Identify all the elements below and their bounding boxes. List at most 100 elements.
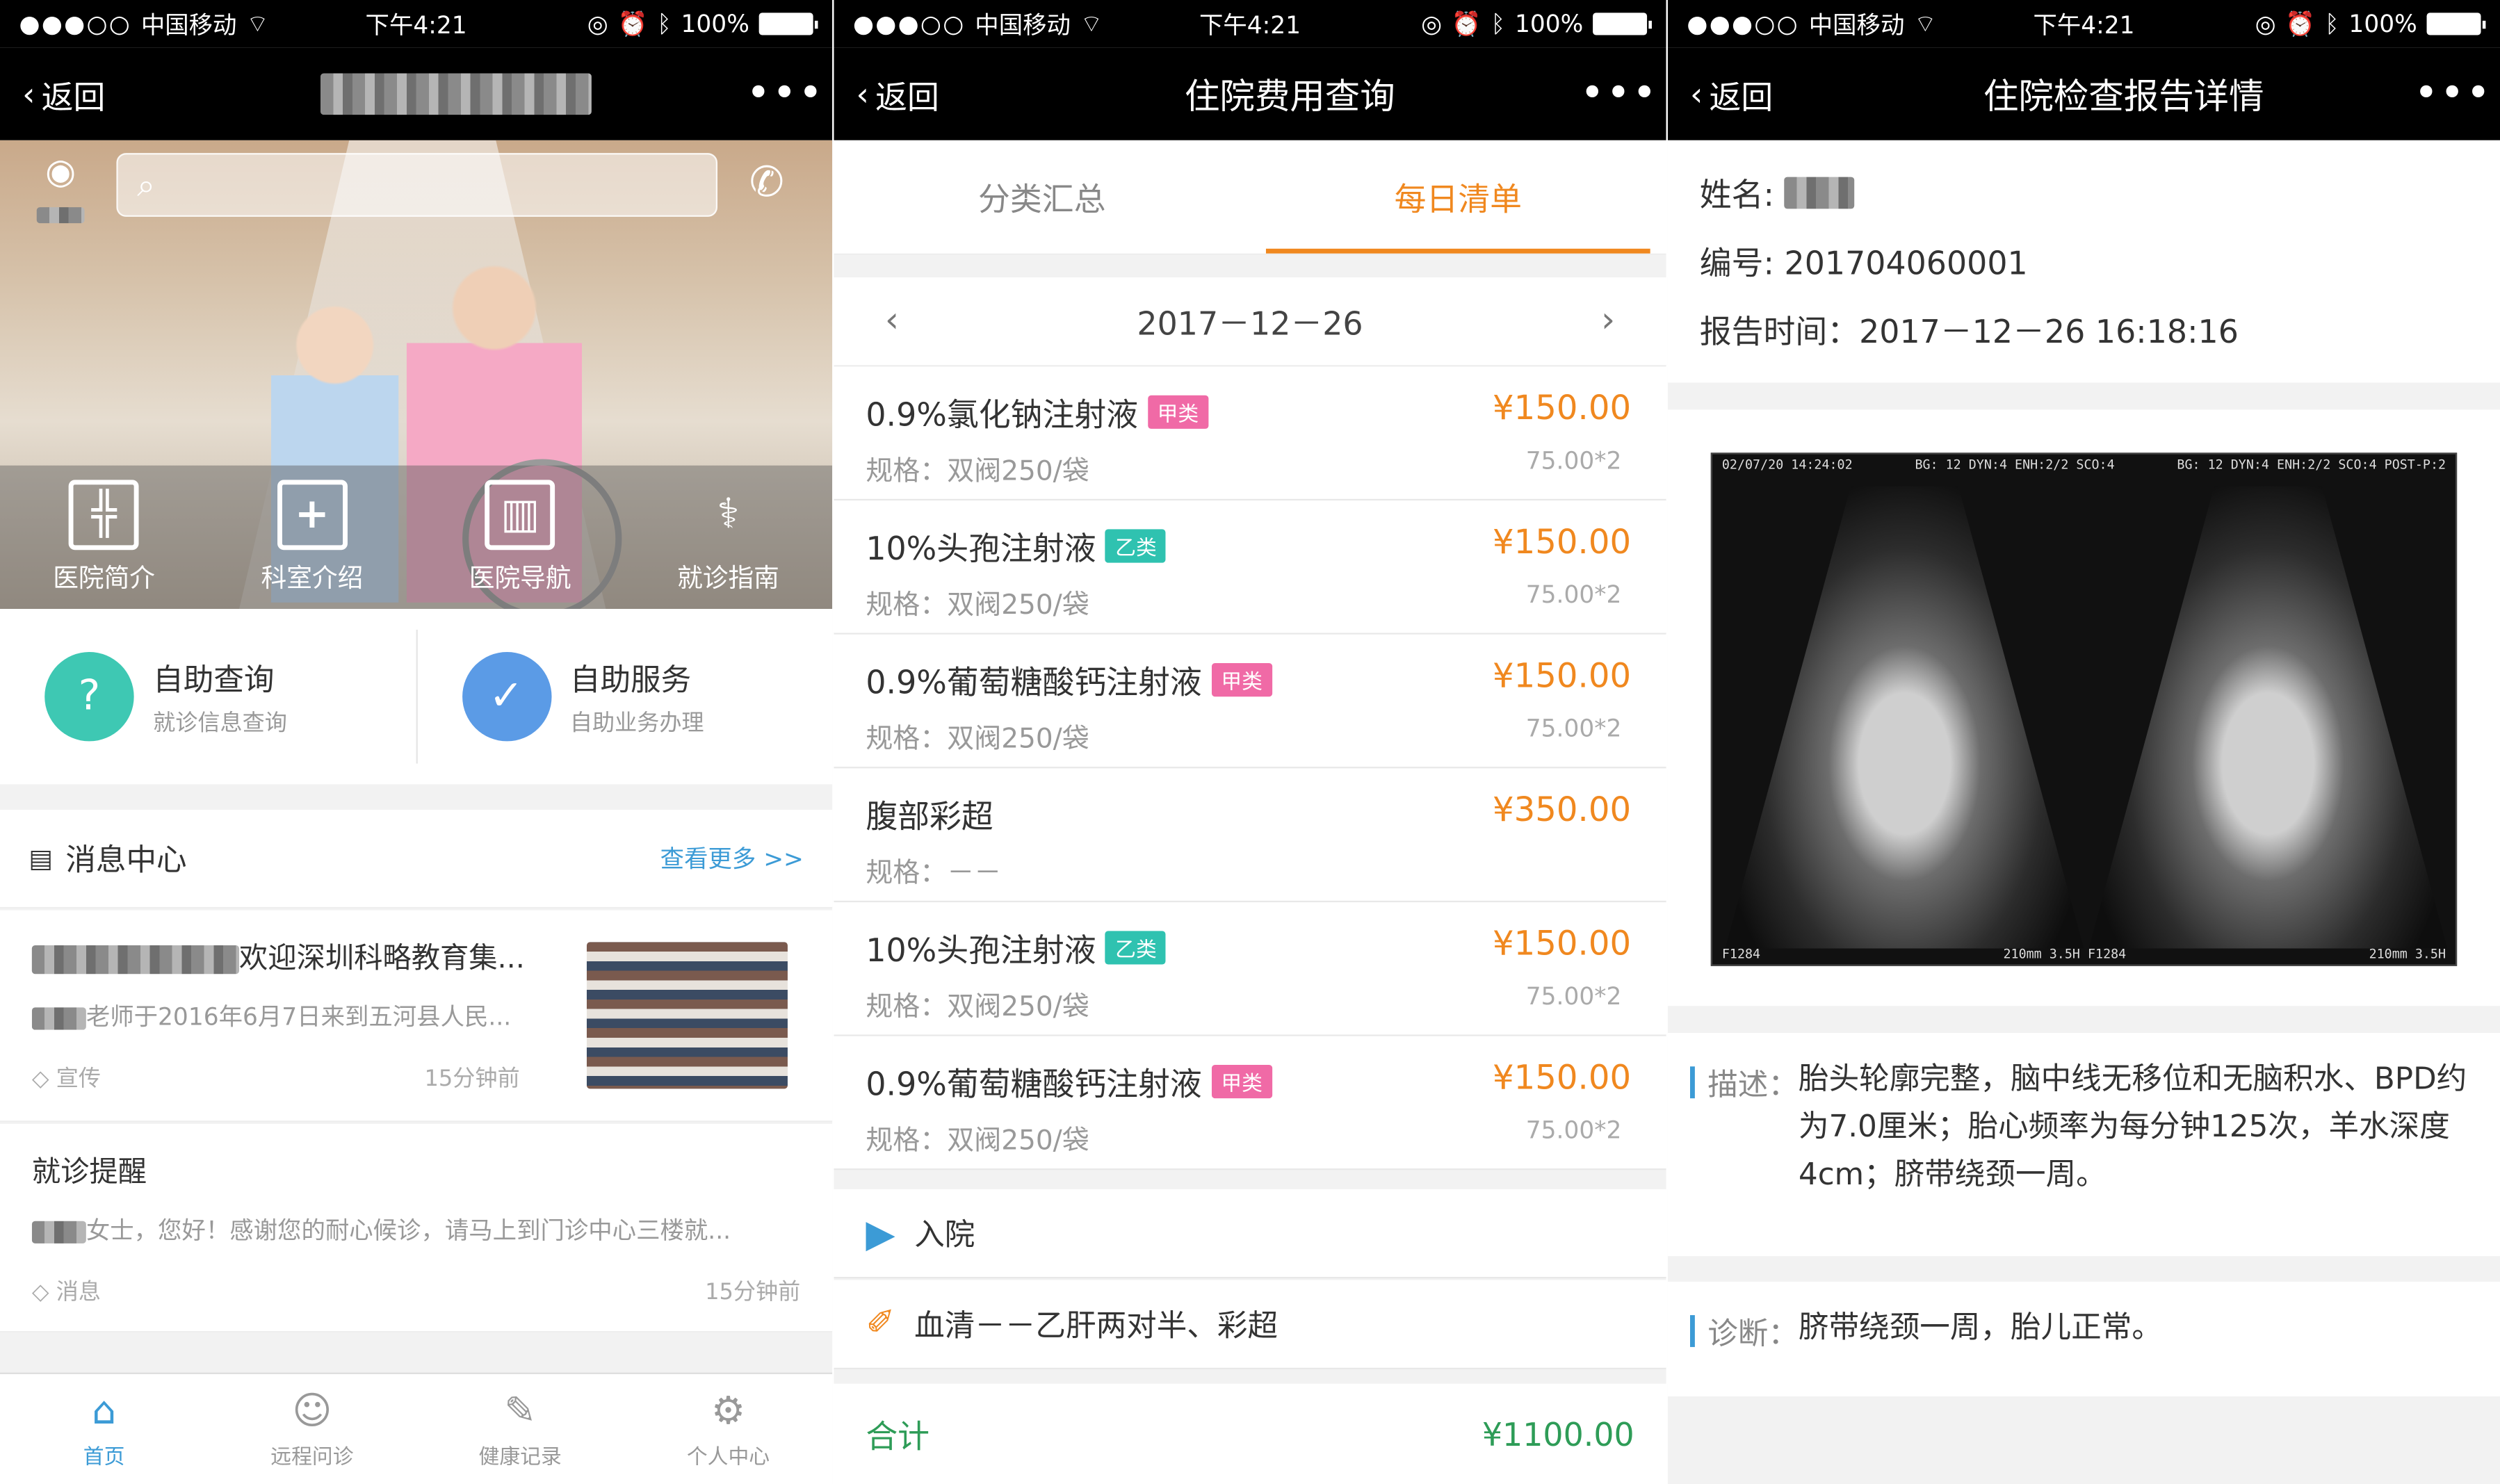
ultrasound-image[interactable]: 02/07/20 14:24:02 BG: 12 DYN:4 ENH:2/2 SC…: [1710, 452, 2458, 966]
segment-tabs: 分类汇总 每日清单: [834, 140, 1666, 255]
search-bar[interactable]: ⌕: [116, 153, 718, 217]
fee-query-screen: ●●●○○ 中国移动 ⌔ 下午4:21 ◎ ⏰ ᛒ 100% ‹ 返回 住院费用查询 •••…: [834, 0, 1666, 1484]
tab-remote-consult[interactable]: ☺ 远程问诊: [208, 1374, 416, 1484]
battery-icon: [758, 13, 818, 35]
current-date: 2017－12－26: [1137, 304, 1363, 343]
description-section: 描述： 胎头轮廓完整，脑中线无移位和无脑积水、BPD约为7.0厘米；胎心频率为每…: [1667, 1033, 2500, 1257]
category-badge: 甲类: [1211, 663, 1272, 697]
back-button[interactable]: ‹ 返回: [1690, 71, 1833, 117]
next-date-button[interactable]: ›: [1601, 301, 1615, 341]
signal-icon: ●●●○○: [1687, 9, 1799, 39]
diagnosis-text: 脐带绕颈一周，胎儿正常。: [1798, 1310, 2162, 1346]
tab-personal-center[interactable]: ⚙ 个人中心: [624, 1374, 832, 1484]
category-badge: 乙类: [1105, 529, 1167, 563]
category-badge: 甲类: [1211, 1064, 1272, 1099]
date-selector: ‹ 2017－12－26 ›: [834, 277, 1666, 367]
report-detail-screen: ●●●○○ 中国移动 ⌔ 下午4:21 ◎ ⏰ ᛒ 100% ‹ 返回 住院检查报告详情 •…: [1667, 0, 2500, 1484]
shortcut-visit-guide[interactable]: ⚕ 就诊指南: [624, 466, 832, 609]
tab-home[interactable]: ⌂ 首页: [0, 1374, 208, 1484]
total-row: 合计 ¥1100.00: [834, 1383, 1666, 1484]
department-icon: +: [277, 480, 348, 551]
home-icon: ⌂: [92, 1388, 117, 1433]
doctor-icon: ☺: [292, 1388, 332, 1433]
battery-text: 100%: [681, 9, 749, 39]
fee-item[interactable]: 腹部彩超 规格：－－ ¥350.00: [834, 768, 1666, 903]
user-avatar-icon[interactable]: ◉: [35, 153, 86, 224]
battery-icon: [2426, 13, 2486, 35]
lock-icon: ◎: [2255, 9, 2276, 39]
hero-shortcuts: ╬ 医院简介 + 科室介绍 ▥ 医院导航 ⚕ 就诊指南: [0, 465, 833, 610]
total-amount: ¥1100.00: [1482, 1414, 1634, 1453]
view-more-link[interactable]: 查看更多 >>: [660, 842, 804, 875]
page-title: 住院检查报告详情: [1983, 78, 2264, 118]
report-time: 报告时间：2017－12－26 16:18:16: [1699, 312, 2239, 351]
fee-item[interactable]: 0.9%葡萄糖酸钙注射液 甲类 规格：双阀250/袋 ¥150.00 75.00*…: [834, 634, 1666, 769]
fee-item[interactable]: 10%头孢注射液 乙类 规格：双阀250/袋 ¥150.00 75.00*2: [834, 902, 1666, 1036]
wifi-icon: ⌔: [246, 8, 269, 38]
wifi-icon: ⌔: [1080, 8, 1103, 38]
hero-banner: ◉ ⌕ ✆ ╬ 医院简介 + 科室介绍 ▥ 医院导航 ⚕ 就诊指南: [0, 140, 833, 610]
tests-row[interactable]: ✐ 血清－－乙肝两对半、彩超: [834, 1280, 1666, 1370]
alarm-icon: ⏰: [617, 9, 648, 39]
category-badge: 甲类: [1147, 395, 1209, 429]
back-button[interactable]: ‹ 返回: [22, 71, 165, 117]
syringe-icon: ✐: [866, 1304, 895, 1344]
chevron-left-icon: ‹: [22, 74, 35, 113]
battery-icon: [1593, 13, 1652, 35]
tag-icon: ◇: [31, 1066, 49, 1092]
signal-icon: ●●●○○: [19, 9, 132, 39]
chevron-left-icon: ‹: [1690, 74, 1703, 113]
tab-daily-list[interactable]: 每日清单: [1250, 140, 1666, 254]
more-button[interactable]: •••: [1580, 73, 1657, 115]
message-body: 老师于2016年6月7日来到五河县人民...: [86, 1002, 512, 1032]
fee-item[interactable]: 0.9%氯化钠注射液 甲类 规格：双阀250/袋 ¥150.00 75.00*2: [834, 366, 1666, 501]
message-item[interactable]: 欢迎深圳科略教育集... 老师于2016年6月7日来到五河县人民... ◇ 宣传…: [0, 910, 833, 1123]
question-icon: ?: [44, 652, 134, 742]
back-button[interactable]: ‹ 返回: [857, 71, 1000, 117]
status-bar: ●●●○○ 中国移动 ⌔ 下午4:21 ◎ ⏰ ᛒ 100%: [1667, 0, 2500, 48]
description-text: 胎头轮廓完整，脑中线无移位和无脑积水、BPD约为7.0厘米；胎心频率为每分钟12…: [1798, 1061, 2467, 1193]
status-bar: ●●●○○ 中国移动 ⌔ 下午4:21 ◎ ⏰ ᛒ 100%: [834, 0, 1666, 48]
message-center-header: ▤ 消息中心 查看更多 >>: [0, 810, 833, 909]
map-icon: ▥: [485, 480, 555, 551]
prev-date-button[interactable]: ‹: [885, 301, 899, 341]
stethoscope-icon: ⚕: [717, 491, 740, 539]
quick-actions: ? 自助查询 就诊信息查询 ✓ 自助服务 自助业务办理: [0, 609, 833, 785]
blurred-name: [1783, 176, 1854, 209]
lock-icon: ◎: [587, 9, 608, 39]
nav-bar: ‹ 返回 •••: [0, 47, 833, 140]
more-button[interactable]: •••: [2414, 73, 2490, 115]
more-button[interactable]: •••: [746, 73, 822, 115]
fee-item[interactable]: 0.9%葡萄糖酸钙注射液 甲类 规格：双阀250/袋 ¥150.00 75.00*…: [834, 1036, 1666, 1171]
search-icon: ⌕: [137, 165, 155, 204]
fee-item[interactable]: 10%头孢注射液 乙类 规格：双阀250/袋 ¥150.00 75.00*2: [834, 500, 1666, 635]
message-body: 女士，您好！感谢您的耐心候诊，请马上到门诊中心三楼就...: [86, 1216, 731, 1246]
lock-icon: ◎: [1421, 9, 1443, 39]
tag-icon: ◇: [31, 1280, 49, 1306]
self-service-card[interactable]: ✓ 自助服务 自助业务办理: [415, 629, 832, 764]
message-title: 就诊提醒: [31, 1155, 147, 1189]
status-bar: ●●●○○ 中国移动 ⌔ 下午4:21 ◎ ⏰ ᛒ 100%: [0, 0, 833, 48]
bluetooth-icon: ᛒ: [1491, 9, 1506, 39]
admission-row[interactable]: ▶ 入院: [834, 1189, 1666, 1279]
shortcut-hospital-nav[interactable]: ▥ 医院导航: [416, 466, 624, 609]
wifi-icon: ⌔: [1914, 8, 1937, 38]
category-badge: 乙类: [1105, 931, 1167, 965]
check-icon: ✓: [461, 652, 551, 742]
nav-bar: ‹ 返回 住院检查报告详情 •••: [1667, 47, 2500, 140]
phone-icon[interactable]: ✆: [749, 159, 784, 207]
message-item[interactable]: 就诊提醒 女士，您好！感谢您的耐心候诊，请马上到门诊中心三楼就... ◇ 消息 1…: [0, 1123, 833, 1333]
message-time: 15分钟前: [705, 1280, 801, 1306]
shortcut-department-intro[interactable]: + 科室介绍: [208, 466, 416, 609]
chevron-left-icon: ‹: [856, 74, 869, 113]
play-icon: ▶: [866, 1210, 895, 1256]
nav-bar: ‹ 返回 住院费用查询 •••: [834, 47, 1666, 140]
message-title: 欢迎深圳科略教育集...: [239, 942, 525, 976]
tab-health-record[interactable]: ✎ 健康记录: [416, 1374, 624, 1484]
shortcut-hospital-intro[interactable]: ╬ 医院简介: [0, 466, 208, 609]
hospital-icon: ╬: [69, 480, 140, 551]
self-query-card[interactable]: ? 自助查询 就诊信息查询: [0, 630, 415, 764]
page-title: [166, 73, 747, 115]
blurred-title: [320, 73, 592, 115]
tab-category-summary[interactable]: 分类汇总: [834, 140, 1250, 254]
